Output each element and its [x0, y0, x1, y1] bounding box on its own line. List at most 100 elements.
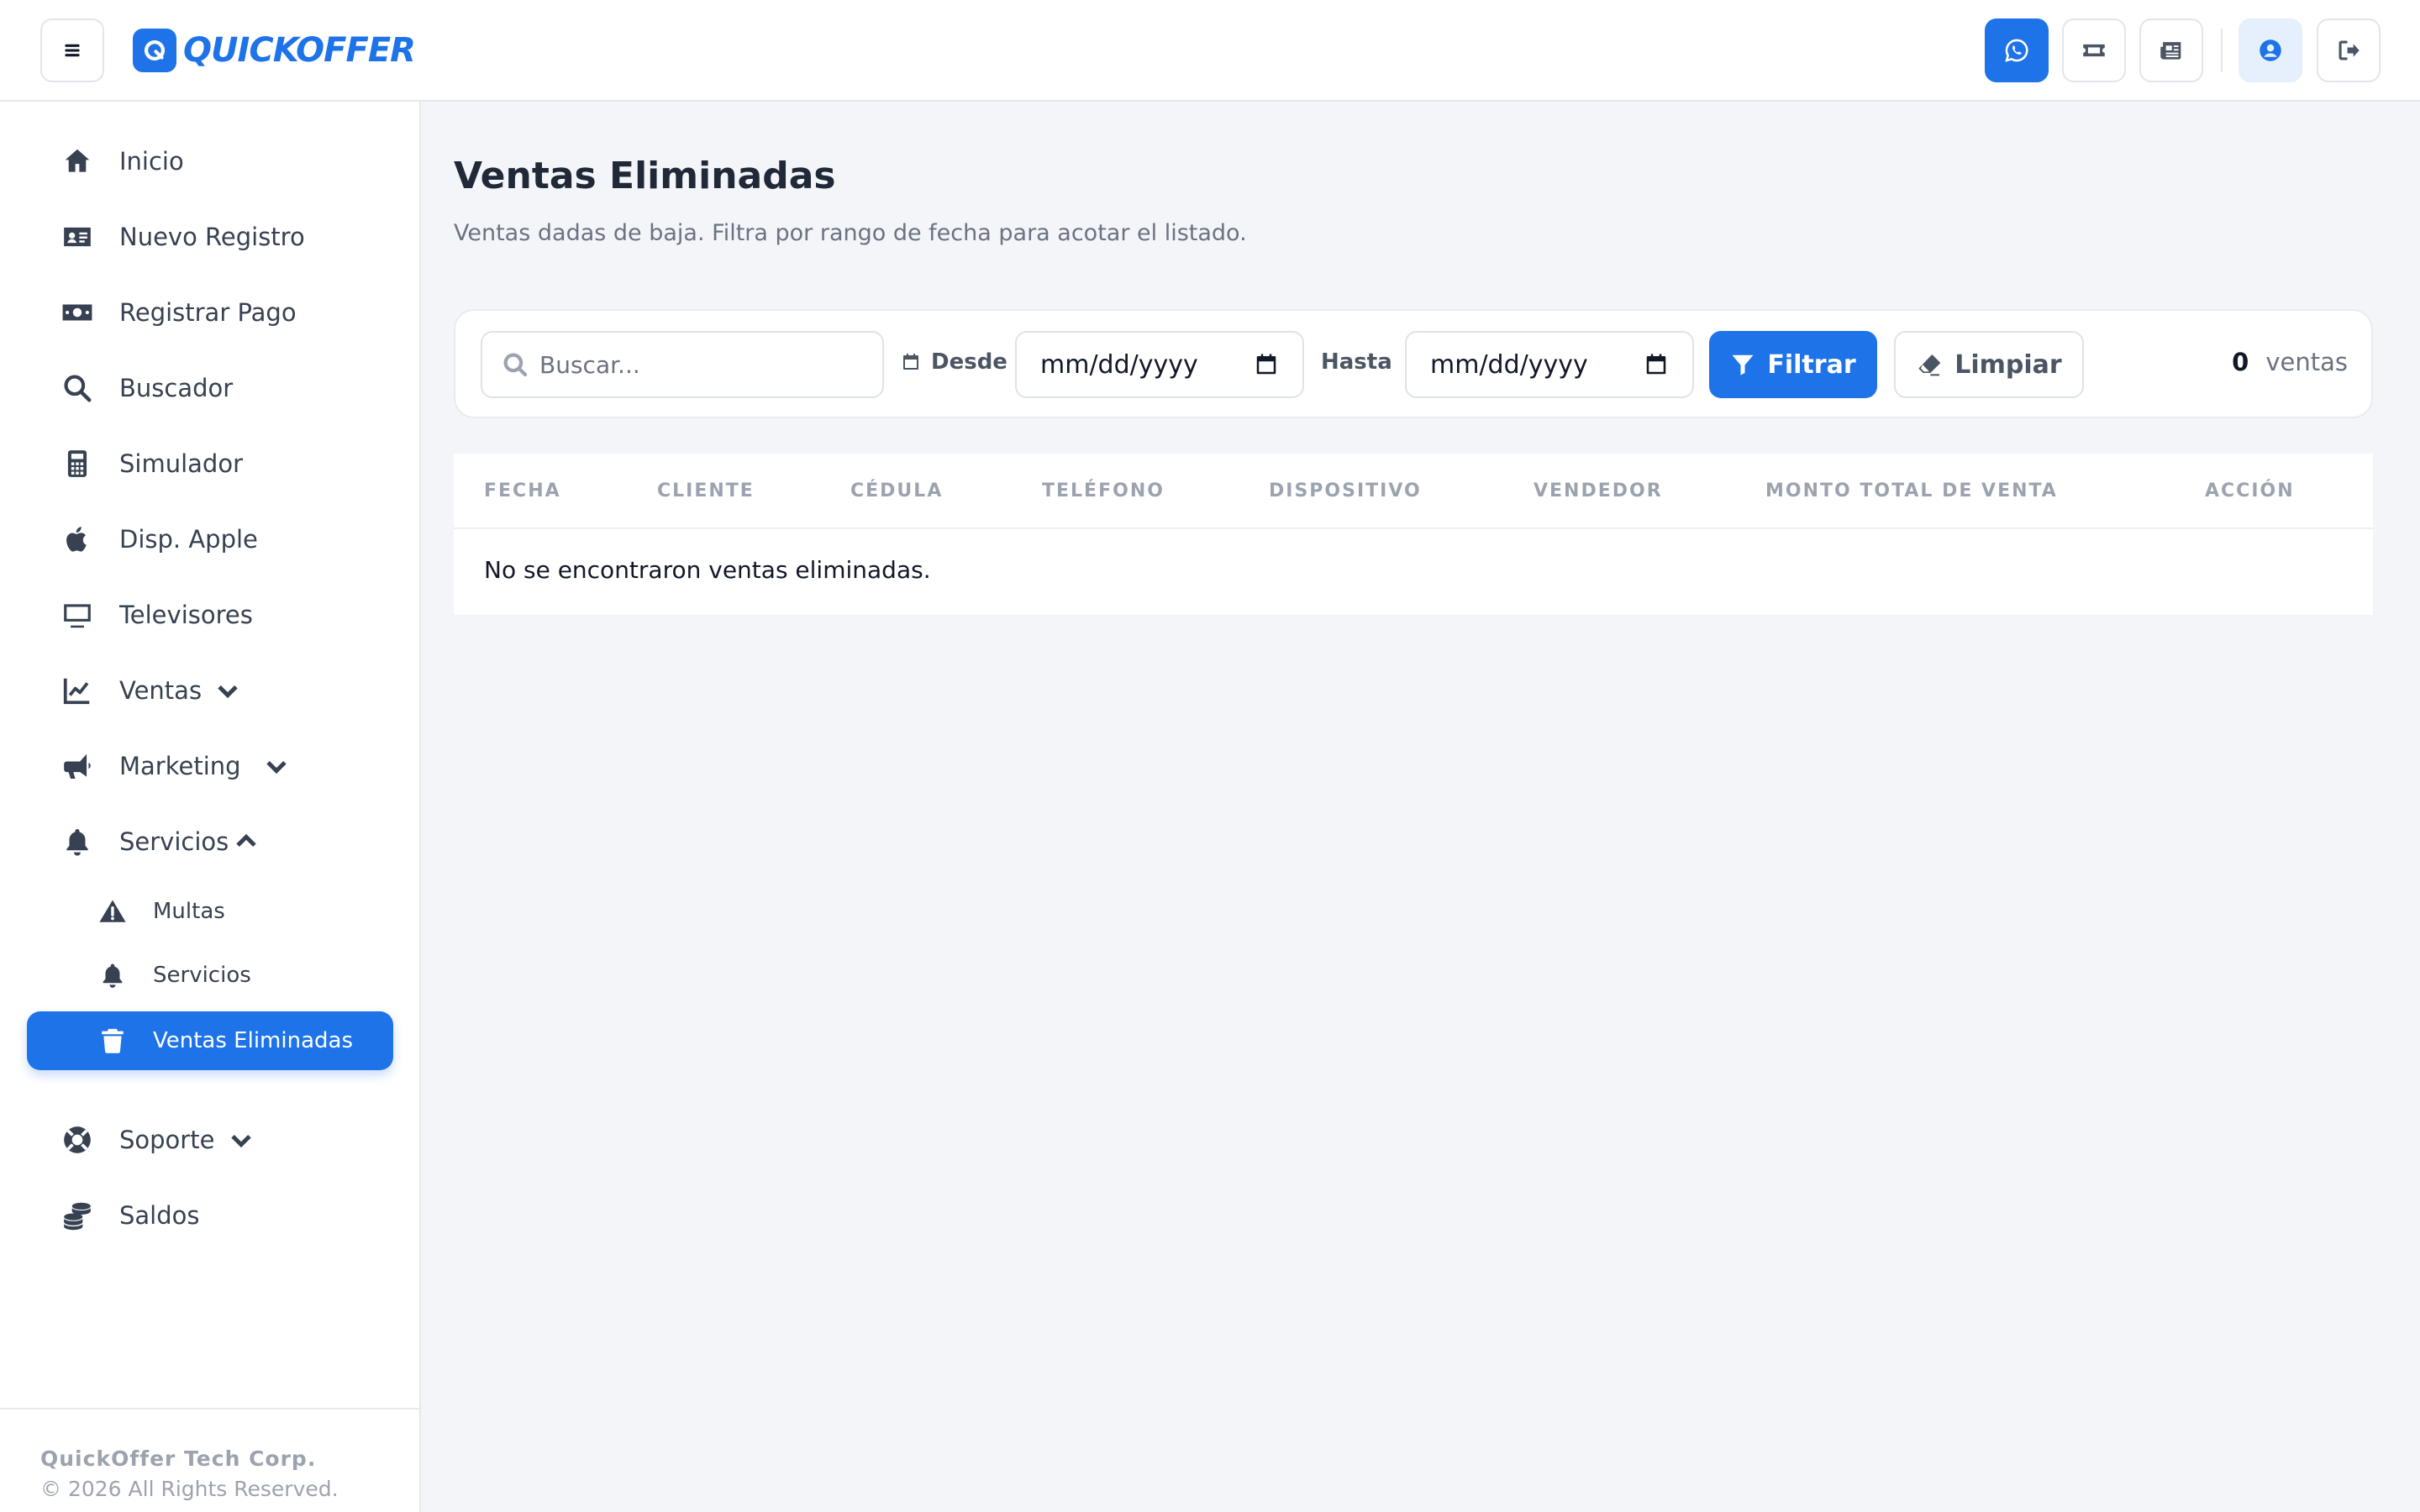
- trash-icon: [96, 1024, 129, 1058]
- result-count-value: 0: [2232, 348, 2249, 376]
- sidebar-item-simulador[interactable]: Simulador: [27, 434, 393, 493]
- quickoffer-logo[interactable]: QUICKOFFER: [133, 27, 416, 74]
- calculator-icon: [60, 447, 94, 480]
- sidebar-item-saldos[interactable]: Saldos: [27, 1186, 393, 1245]
- column-header-fecha[interactable]: FECHA: [484, 480, 561, 501]
- warning-icon: [96, 895, 129, 928]
- tv-icon: [60, 598, 94, 632]
- sidebar-item-label: Saldos: [119, 1201, 200, 1230]
- chevron-up-icon: [232, 827, 260, 856]
- sidebar-item-servicios[interactable]: Servicios: [27, 812, 393, 871]
- user-circle-icon: [2260, 39, 2281, 61]
- calendar-icon: [1646, 354, 1666, 375]
- hasta-label: Hasta: [1321, 349, 1392, 375]
- bell-icon: [96, 958, 129, 992]
- menu-toggle-button[interactable]: [40, 18, 104, 82]
- news-button[interactable]: [2139, 18, 2203, 82]
- sidebar-item-label: Registrar Pago: [119, 298, 297, 327]
- sidebar-item-label: Soporte: [119, 1126, 215, 1154]
- page-title: Ventas Eliminadas: [454, 155, 836, 197]
- sidebar-item-label: Ventas: [119, 676, 203, 705]
- sidebar-subitem-multas[interactable]: Multas: [27, 884, 393, 939]
- chevron-down-icon: [227, 1126, 255, 1154]
- sidebar-item-label: Disp. Apple: [119, 525, 258, 554]
- search-icon: [60, 371, 94, 405]
- column-header-cliente[interactable]: CLIENTE: [657, 480, 755, 501]
- result-count-label: ventas: [2265, 348, 2348, 376]
- date-from-placeholder: mm/dd/yyyy: [1040, 349, 1198, 380]
- sidebar-subitem-ventas-eliminadas[interactable]: Ventas Eliminadas: [27, 1011, 393, 1070]
- whatsapp-icon: [2005, 39, 2028, 62]
- logout-icon: [2338, 40, 2360, 60]
- search-input[interactable]: [539, 350, 867, 379]
- clear-button[interactable]: Limpiar: [1894, 331, 2084, 398]
- sidebar-item-inicio[interactable]: Inicio: [27, 132, 393, 191]
- copyright-text: © 2026 All Rights Reserved.: [40, 1477, 339, 1501]
- sidebar-item-ventas[interactable]: Ventas: [27, 661, 393, 720]
- clear-button-label: Limpiar: [1954, 349, 2062, 380]
- deleted-sales-table: FECHA CLIENTE CÉDULA TELÉFONO DISPOSITIV…: [454, 454, 2373, 615]
- column-header-telefono[interactable]: TELÉFONO: [1042, 480, 1165, 501]
- filter-bar: Desde mm/dd/yyyy Hasta mm/dd/yyyy Filtra…: [454, 309, 2373, 418]
- column-header-accion: ACCIÓN: [2205, 480, 2295, 501]
- sidebar-item-disp-apple[interactable]: Disp. Apple: [27, 510, 393, 569]
- megaphone-icon: [60, 749, 94, 783]
- table-header: FECHA CLIENTE CÉDULA TELÉFONO DISPOSITIV…: [454, 454, 2373, 529]
- desde-label-text: Desde: [931, 349, 1007, 375]
- sidebar-item-label: Servicios: [119, 827, 229, 856]
- sidebar-item-label: Marketing: [119, 752, 241, 780]
- ticket-icon: [2083, 44, 2105, 57]
- sidebar-item-registrar-pago[interactable]: Registrar Pago: [27, 283, 393, 342]
- column-header-vendedor[interactable]: VENDEDOR: [1534, 480, 1663, 501]
- sidebar-item-televisores[interactable]: Televisores: [27, 585, 393, 644]
- company-name: QuickOffer Tech Corp.: [40, 1446, 317, 1471]
- page-subtitle: Ventas dadas de baja. Filtra por rango d…: [454, 220, 1247, 246]
- calendar-icon: [1256, 354, 1276, 375]
- column-header-monto-total[interactable]: MONTO TOTAL DE VENTA: [1765, 480, 2058, 501]
- newspaper-icon: [2160, 42, 2181, 60]
- top-header: QUICKOFFER: [0, 0, 2420, 102]
- bell-icon: [60, 825, 94, 858]
- sidebar-item-soporte[interactable]: Soporte: [27, 1110, 393, 1169]
- menu-icon: [65, 44, 80, 57]
- home-icon: [60, 144, 94, 178]
- chevron-down-icon: [213, 676, 242, 705]
- desde-label: Desde: [901, 349, 1007, 375]
- filter-button[interactable]: Filtrar: [1709, 331, 1877, 398]
- sidebar: Inicio Nuevo Registro Registrar Pago Bus…: [0, 102, 421, 1512]
- sidebar-item-label: Inicio: [119, 147, 184, 176]
- whatsapp-button[interactable]: [1985, 18, 2049, 82]
- date-to-placeholder: mm/dd/yyyy: [1430, 349, 1588, 380]
- sidebar-item-buscador[interactable]: Buscador: [27, 359, 393, 417]
- date-from-input[interactable]: mm/dd/yyyy: [1015, 331, 1304, 398]
- sidebar-item-label: Buscador: [119, 374, 234, 402]
- sidebar-footer: QuickOffer Tech Corp. © 2026 All Rights …: [0, 1408, 419, 1512]
- logout-button[interactable]: [2317, 18, 2381, 82]
- ticket-button[interactable]: [2062, 18, 2126, 82]
- date-to-input[interactable]: mm/dd/yyyy: [1405, 331, 1694, 398]
- sidebar-subitem-label: Multas: [153, 899, 225, 924]
- chart-line-icon: [60, 674, 94, 707]
- sidebar-item-label: Simulador: [119, 449, 243, 478]
- filter-icon: [1732, 354, 1754, 375]
- sidebar-subitem-label: Servicios: [153, 963, 251, 988]
- user-profile-button[interactable]: [2238, 18, 2302, 82]
- sidebar-subitem-servicios[interactable]: Servicios: [27, 948, 393, 1003]
- sidebar-subitem-label: Ventas Eliminadas: [153, 1028, 353, 1053]
- column-header-dispositivo[interactable]: DISPOSITIVO: [1269, 480, 1422, 501]
- header-divider: [2221, 29, 2223, 72]
- logo-text: QUICKOFFER: [183, 31, 416, 70]
- sidebar-item-marketing[interactable]: Marketing: [27, 737, 393, 795]
- sidebar-item-label: Nuevo Registro: [119, 223, 305, 251]
- apple-icon: [60, 522, 94, 556]
- search-icon: [503, 353, 528, 377]
- calendar-icon: [903, 354, 918, 370]
- coins-icon: [60, 1199, 94, 1232]
- sidebar-item-nuevo-registro[interactable]: Nuevo Registro: [27, 207, 393, 266]
- column-header-cedula[interactable]: CÉDULA: [850, 480, 943, 501]
- filter-button-label: Filtrar: [1767, 349, 1856, 380]
- result-count: 0 ventas: [2232, 348, 2348, 376]
- sidebar-item-label: Televisores: [119, 601, 253, 629]
- eraser-icon: [1918, 354, 1941, 376]
- search-field[interactable]: [481, 331, 884, 398]
